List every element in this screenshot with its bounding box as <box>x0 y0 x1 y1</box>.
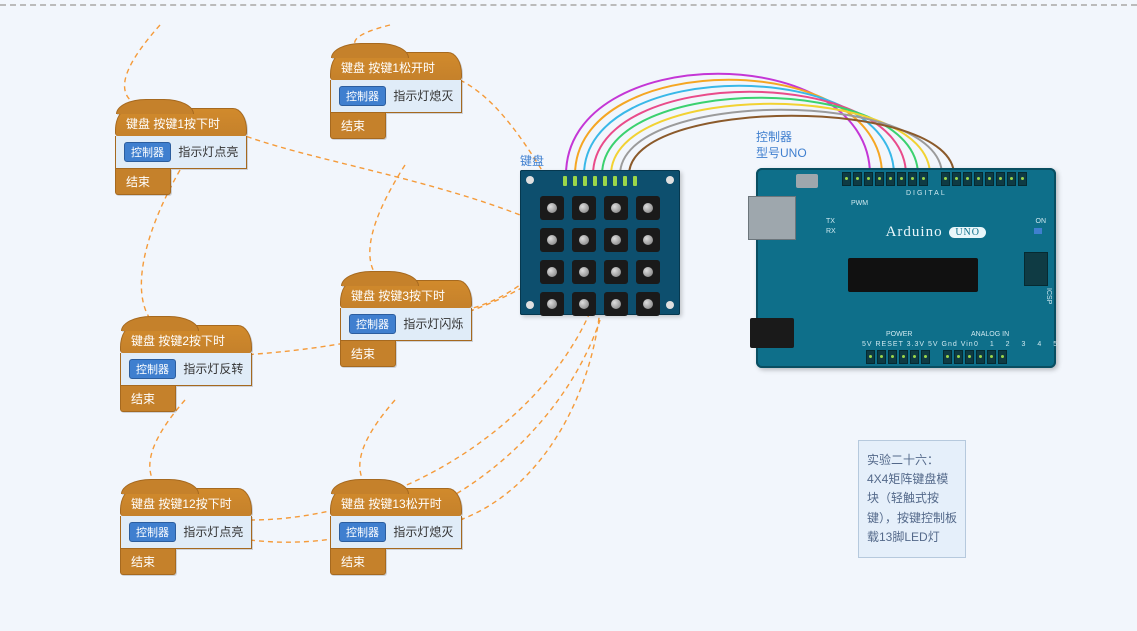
end-row: 结束 <box>330 113 386 139</box>
rx-label: RX <box>826 228 836 235</box>
on-label: ON <box>1036 218 1047 225</box>
hat-event: 按键12按下时 <box>158 497 231 511</box>
arduino-board[interactable]: Arduino UNO ON TX RX DIGITAL PWM ICSP PO… <box>756 168 1056 368</box>
event-block-key3-press[interactable]: 键盘 按键3按下时 控制器 指示灯闪烁 结束 <box>340 280 472 367</box>
keypad-key[interactable] <box>540 228 564 252</box>
hat-device: 键盘 <box>131 497 155 511</box>
on-led <box>1034 228 1042 234</box>
controller-label: 控制器 型号UNO <box>756 130 807 161</box>
arduino-brand: Arduino UNO <box>886 224 986 241</box>
analog-pins: 0 1 2 3 4 5 <box>974 341 1062 348</box>
controller-chip: 控制器 <box>349 314 396 334</box>
brand-text: Arduino <box>886 224 943 240</box>
keypad-key[interactable] <box>572 196 596 220</box>
action-text: 指示灯点亮 <box>178 145 238 159</box>
hat-device: 键盘 <box>351 289 375 303</box>
hat-device: 键盘 <box>341 61 365 75</box>
experiment-note: 实验二十六：4X4矩阵键盘模块（轻触式按键），按键控制板载13脚LED灯 <box>858 440 966 558</box>
diagram-canvas: 键盘 按键1按下时 控制器 指示灯点亮 结束 键盘 按键1松开时 控制器 指示灯… <box>0 0 1137 631</box>
action-row: 控制器 指示灯点亮 <box>115 136 247 169</box>
controller-label-line1: 控制器 <box>756 130 807 146</box>
keypad-key[interactable] <box>636 292 660 316</box>
hat-event: 按键13松开时 <box>368 497 441 511</box>
end-row: 结束 <box>330 549 386 575</box>
action-row: 控制器 指示灯熄灭 <box>330 516 462 549</box>
power-jack <box>750 318 794 348</box>
end-row: 结束 <box>115 169 171 195</box>
keypad-key[interactable] <box>636 228 660 252</box>
pwm-label: PWM <box>851 200 868 207</box>
action-text: 指示灯点亮 <box>183 525 243 539</box>
keypad-key[interactable] <box>540 292 564 316</box>
hat-device: 键盘 <box>126 117 150 131</box>
action-row: 控制器 指示灯闪烁 <box>340 308 472 341</box>
atmega-chip <box>848 258 978 292</box>
hat: 键盘 按键1按下时 <box>115 108 247 136</box>
power-analog-header <box>866 350 1007 364</box>
event-block-key12-press[interactable]: 键盘 按键12按下时 控制器 指示灯点亮 结束 <box>120 488 252 575</box>
end-row: 结束 <box>340 341 396 367</box>
hat: 键盘 按键1松开时 <box>330 52 462 80</box>
keypad-key[interactable] <box>572 228 596 252</box>
usb-port <box>748 196 796 240</box>
controller-chip: 控制器 <box>124 142 171 162</box>
icsp-header <box>1024 252 1048 286</box>
keypad-key[interactable] <box>636 260 660 284</box>
keypad-key[interactable] <box>604 196 628 220</box>
event-block-key1-press[interactable]: 键盘 按键1按下时 控制器 指示灯点亮 结束 <box>115 108 247 195</box>
keypad-key[interactable] <box>540 196 564 220</box>
hat: 键盘 按键12按下时 <box>120 488 252 516</box>
keypad-label: 键盘 <box>520 152 544 169</box>
action-text: 指示灯闪烁 <box>403 317 463 331</box>
action-row: 控制器 指示灯熄灭 <box>330 80 462 113</box>
action-text: 指示灯熄灭 <box>393 89 453 103</box>
controller-label-line2: 型号UNO <box>756 146 807 162</box>
controller-chip: 控制器 <box>129 522 176 542</box>
hat: 键盘 按键13松开时 <box>330 488 462 516</box>
digital-header <box>842 172 1027 186</box>
keypad-key[interactable] <box>604 292 628 316</box>
tx-label: TX <box>826 218 835 225</box>
power-pins: 5V RESET 3.3V 5V Gnd Vin <box>862 341 974 348</box>
ruler-dash <box>0 4 1137 6</box>
end-row: 结束 <box>120 386 176 412</box>
keypad-button-grid <box>540 196 660 316</box>
controller-chip: 控制器 <box>339 86 386 106</box>
end-row: 结束 <box>120 549 176 575</box>
power-label: POWER <box>886 331 912 338</box>
hat-event: 按键1松开时 <box>368 61 435 75</box>
hat-device: 键盘 <box>131 334 155 348</box>
hat-device: 键盘 <box>341 497 365 511</box>
keypad-key[interactable] <box>540 260 564 284</box>
keypad-key[interactable] <box>604 228 628 252</box>
keypad-key[interactable] <box>604 260 628 284</box>
event-block-key13-release[interactable]: 键盘 按键13松开时 控制器 指示灯熄灭 结束 <box>330 488 462 575</box>
action-text: 指示灯反转 <box>183 362 243 376</box>
event-block-key2-press[interactable]: 键盘 按键2按下时 控制器 指示灯反转 结束 <box>120 325 252 412</box>
hat: 键盘 按键3按下时 <box>340 280 472 308</box>
event-block-key1-release[interactable]: 键盘 按键1松开时 控制器 指示灯熄灭 结束 <box>330 52 462 139</box>
controller-chip: 控制器 <box>129 359 176 379</box>
keypad-key[interactable] <box>572 292 596 316</box>
action-row: 控制器 指示灯反转 <box>120 353 252 386</box>
hat-event: 按键2按下时 <box>158 334 225 348</box>
hat: 键盘 按键2按下时 <box>120 325 252 353</box>
keypad-key[interactable] <box>636 196 660 220</box>
keypad-key[interactable] <box>572 260 596 284</box>
uno-badge: UNO <box>949 227 986 238</box>
action-text: 指示灯熄灭 <box>393 525 453 539</box>
hat-event: 按键3按下时 <box>378 289 445 303</box>
action-row: 控制器 指示灯点亮 <box>120 516 252 549</box>
reset-button[interactable] <box>796 174 818 188</box>
controller-chip: 控制器 <box>339 522 386 542</box>
hat-event: 按键1按下时 <box>153 117 220 131</box>
icsp-label: ICSP <box>1045 288 1052 304</box>
analog-label: ANALOG IN <box>971 331 1009 338</box>
keypad-module[interactable] <box>520 170 680 315</box>
note-text: 实验二十六：4X4矩阵键盘模块（轻触式按键），按键控制板载13脚LED灯 <box>867 453 957 544</box>
digital-label: DIGITAL <box>906 190 947 197</box>
